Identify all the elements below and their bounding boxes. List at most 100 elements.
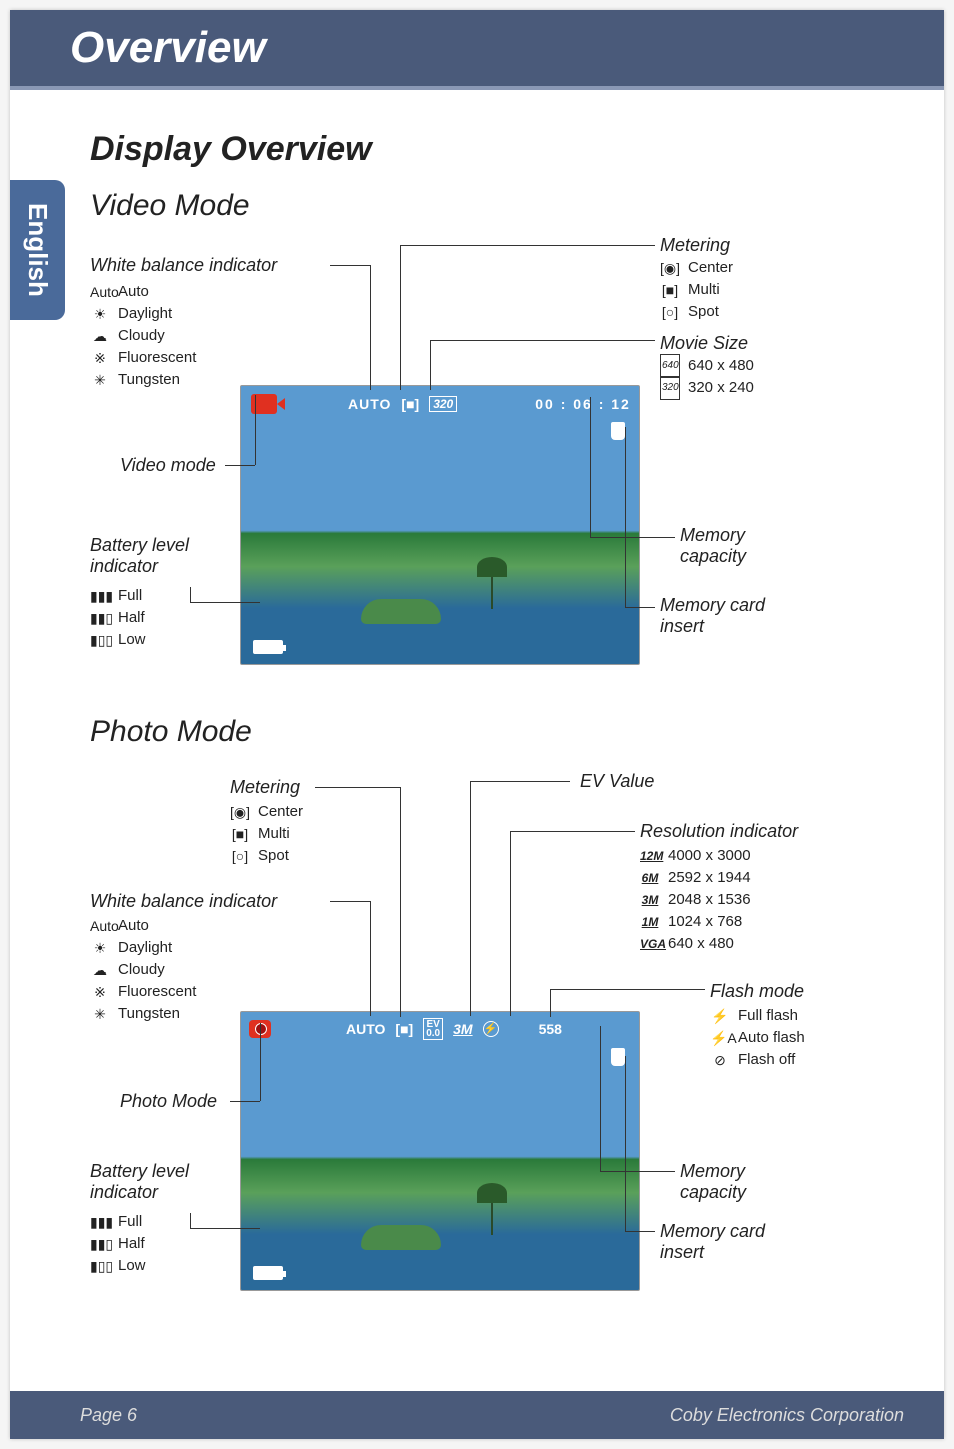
flash-off-text: Flash off	[738, 1049, 795, 1071]
wb-fluorescent-text: Fluorescent	[118, 347, 196, 369]
line	[600, 1171, 675, 1172]
metering-multi-text: Multi	[688, 279, 720, 301]
line	[625, 1231, 655, 1232]
label-video-mode: Video mode	[120, 455, 216, 476]
res-3m-icon: 3M	[640, 889, 660, 911]
lcd-auto: AUTO	[348, 396, 391, 412]
label-memory-card: Memory card insert	[660, 595, 780, 637]
lcd-bar: AUTO [■] 320 00 : 06 : 12	[249, 392, 631, 416]
movie-640-text: 640 x 480	[688, 355, 754, 377]
legend-movie-size: 640640 x 480 320320 x 240	[660, 355, 754, 399]
lcd-auto-p: AUTO	[346, 1021, 385, 1037]
lcd-video: AUTO [■] 320 00 : 06 : 12	[240, 385, 640, 665]
line	[510, 831, 635, 832]
legend-flash: ⚡Full flash ⚡AAuto flash ⊘Flash off	[710, 1005, 805, 1071]
batt-low-text: Low	[118, 629, 146, 651]
line	[190, 602, 260, 603]
line	[400, 787, 401, 1017]
line	[255, 395, 256, 465]
line	[470, 781, 471, 1016]
line	[590, 537, 675, 538]
wb-tungsten-icon-p: ✳	[90, 1003, 110, 1025]
wb-daylight-text: Daylight	[118, 303, 172, 325]
lcd-battery-icon-p	[253, 1266, 283, 1280]
label-ev: EV Value	[580, 771, 654, 792]
section-display-overview: Display Overview	[90, 130, 904, 169]
wb-auto-text: Auto	[118, 281, 149, 303]
photo-diagram: Metering [◉]Center [■]Multi [○]Spot EV V…	[90, 761, 904, 1321]
line	[225, 465, 255, 466]
batt-full-icon-p: ▮▮▮	[90, 1211, 110, 1233]
movie-640-icon: 640	[660, 354, 680, 378]
line	[430, 340, 431, 390]
res-12m-icon: 12M	[640, 845, 660, 867]
label-memory-capacity: Memory capacity	[680, 525, 780, 567]
label-resolution: Resolution indicator	[640, 821, 798, 842]
res-12m-text: 4000 x 3000	[668, 845, 751, 867]
wb-fluorescent-icon-p: ※	[90, 981, 110, 1003]
label-white-balance: White balance indicator	[90, 255, 277, 276]
line	[430, 340, 655, 341]
metering-spot-text: Spot	[688, 301, 719, 323]
res-3m-text: 2048 x 1536	[668, 889, 751, 911]
wb-tungsten-text: Tungsten	[118, 369, 180, 391]
sub-video-mode: Video Mode	[90, 189, 904, 223]
line	[315, 787, 400, 788]
legend-battery: ▮▮▮Full ▮▮▯Half ▮▯▯Low	[90, 585, 146, 651]
metering-center-text: Center	[688, 257, 733, 279]
metering-multi-icon: [■]	[660, 279, 680, 301]
video-diagram: White balance indicator AutoAuto ☀Daylig…	[90, 235, 904, 695]
metering-spot-icon: [○]	[660, 301, 680, 323]
batt-half-icon: ▮▮▯	[90, 607, 110, 629]
legend-white-balance-p: AutoAuto ☀Daylight ☁Cloudy ※Fluorescent …	[90, 915, 196, 1025]
flash-full-text: Full flash	[738, 1005, 798, 1027]
batt-full-text-p: Full	[118, 1211, 142, 1233]
wb-tungsten-text-p: Tungsten	[118, 1003, 180, 1025]
wb-cloudy-text-p: Cloudy	[118, 959, 165, 981]
line	[600, 1026, 601, 1171]
metering-spot-icon-p: [○]	[230, 845, 250, 867]
line	[550, 989, 705, 990]
line	[470, 781, 570, 782]
res-vga-text: 640 x 480	[668, 933, 734, 955]
res-1m-text: 1024 x 768	[668, 911, 742, 933]
res-vga-icon: VGA	[640, 933, 660, 955]
wb-cloudy-icon: ☁	[90, 325, 110, 347]
batt-low-icon: ▮▯▯	[90, 629, 110, 651]
line	[625, 427, 626, 607]
line	[400, 245, 401, 390]
wb-tungsten-icon: ✳	[90, 369, 110, 391]
lcd-metering-icon-p: [■]	[395, 1021, 413, 1037]
lcd-ev-icon: EV0.0	[423, 1018, 443, 1040]
wb-auto-icon: Auto	[90, 281, 110, 303]
lcd-decor-palm	[491, 569, 493, 609]
flash-off-icon: ⊘	[710, 1049, 730, 1071]
metering-multi-text-p: Multi	[258, 823, 290, 845]
line	[190, 587, 191, 602]
lcd-flash-icon: ⚡	[483, 1021, 499, 1037]
lcd-timer: 00 : 06 : 12	[535, 396, 631, 412]
movie-320-text: 320 x 240	[688, 377, 754, 399]
wb-daylight-icon-p: ☀	[90, 937, 110, 959]
header-title: Overview	[70, 23, 266, 73]
line	[550, 989, 551, 1017]
footer-page: Page 6	[80, 1405, 137, 1426]
lcd-decor-island	[361, 599, 441, 624]
line	[230, 1101, 260, 1102]
footer-company: Coby Electronics Corporation	[670, 1405, 904, 1426]
line	[590, 397, 591, 537]
label-white-balance-p: White balance indicator	[90, 891, 277, 912]
label-memory-card-p: Memory card insert	[660, 1221, 780, 1263]
header-bar: Overview	[10, 10, 944, 90]
lcd-decor-palm-p	[491, 1195, 493, 1235]
res-6m-icon: 6M	[640, 867, 660, 889]
wb-auto-icon-p: Auto	[90, 915, 110, 937]
line	[190, 1228, 260, 1229]
lcd-count: 558	[539, 1021, 562, 1037]
content: Display Overview Video Mode White balanc…	[90, 130, 904, 1379]
label-movie-size: Movie Size	[660, 333, 748, 354]
line	[625, 607, 655, 608]
res-6m-text: 2592 x 1944	[668, 867, 751, 889]
metering-spot-text-p: Spot	[258, 845, 289, 867]
legend-white-balance: AutoAuto ☀Daylight ☁Cloudy ※Fluorescent …	[90, 281, 196, 391]
